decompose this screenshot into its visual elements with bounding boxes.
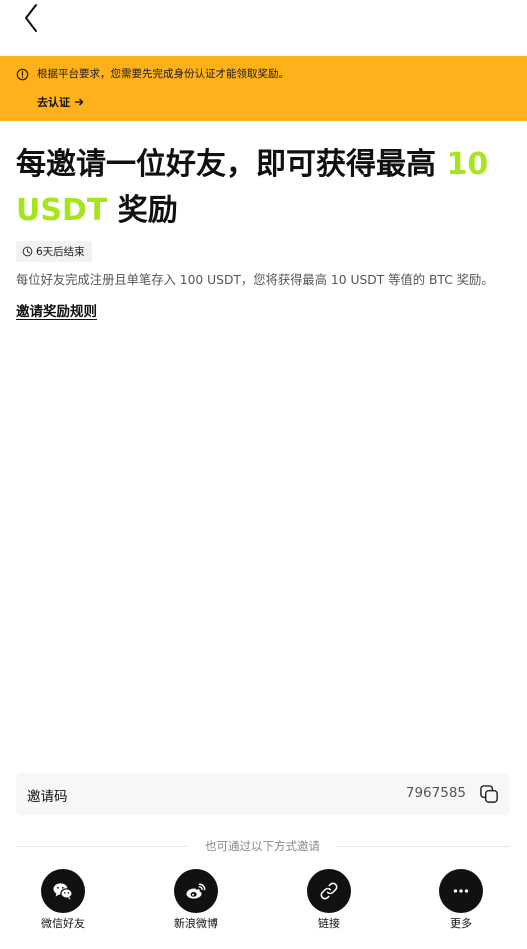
banner-message: 根据平台要求，您需要先完成身份认证才能领取奖励。	[37, 68, 289, 80]
share-label: 更多	[450, 917, 472, 930]
share-icon-circle	[307, 869, 351, 913]
divider-right	[336, 846, 510, 847]
chevron-left-icon	[25, 4, 37, 32]
back-button[interactable]	[18, 2, 44, 34]
share-icon-circle	[41, 869, 85, 913]
arrow-right-icon	[75, 98, 84, 106]
share-icon-circle	[439, 869, 483, 913]
share-divider-text: 也可通过以下方式邀请	[205, 839, 320, 853]
invite-page: 根据平台要求，您需要先完成身份认证才能领取奖励。 去认证 每邀请一位好友，即可获…	[0, 0, 527, 949]
share-label: 新浪微博	[174, 917, 218, 930]
verify-identity-link[interactable]: 去认证	[37, 94, 84, 110]
link-icon	[320, 882, 338, 900]
invite-code-value: 7967585	[405, 785, 466, 801]
divider-left	[16, 846, 188, 847]
rules-link[interactable]: 邀请奖励规则	[16, 300, 97, 320]
top-bar	[0, 0, 527, 56]
share-more-button[interactable]: 更多	[421, 869, 501, 931]
weibo-icon	[186, 883, 206, 899]
countdown-label: 6天后结束	[36, 246, 85, 258]
title-prefix: 每邀请一位好友，即可获得最高	[16, 147, 447, 182]
reward-description: 每位好友完成注册且单笔存入 100 USDT，您将获得最高 10 USDT 等值…	[16, 273, 494, 287]
share-label: 微信好友	[41, 917, 85, 930]
countdown-badge: 6天后结束	[16, 241, 92, 262]
share-weibo-button[interactable]: 新浪微博	[156, 869, 236, 931]
copy-icon[interactable]	[479, 784, 500, 805]
invite-code-box: 邀请码 7967585	[16, 773, 510, 815]
clock-icon	[22, 246, 33, 257]
wechat-icon	[53, 883, 73, 900]
page-title: 每邀请一位好友，即可获得最高 10 USDT 奖励	[16, 142, 516, 234]
title-suffix: 奖励	[107, 193, 178, 228]
share-label: 链接	[318, 917, 340, 930]
share-link-button[interactable]: 链接	[289, 869, 369, 931]
verification-banner: 根据平台要求，您需要先完成身份认证才能领取奖励。 去认证	[0, 56, 527, 121]
invite-code-label: 邀请码	[27, 789, 68, 805]
share-wechat-button[interactable]: 微信好友	[23, 869, 103, 931]
more-icon	[453, 889, 469, 893]
verify-label: 去认证	[37, 96, 70, 109]
share-icon-circle	[174, 869, 218, 913]
info-icon	[16, 68, 29, 81]
